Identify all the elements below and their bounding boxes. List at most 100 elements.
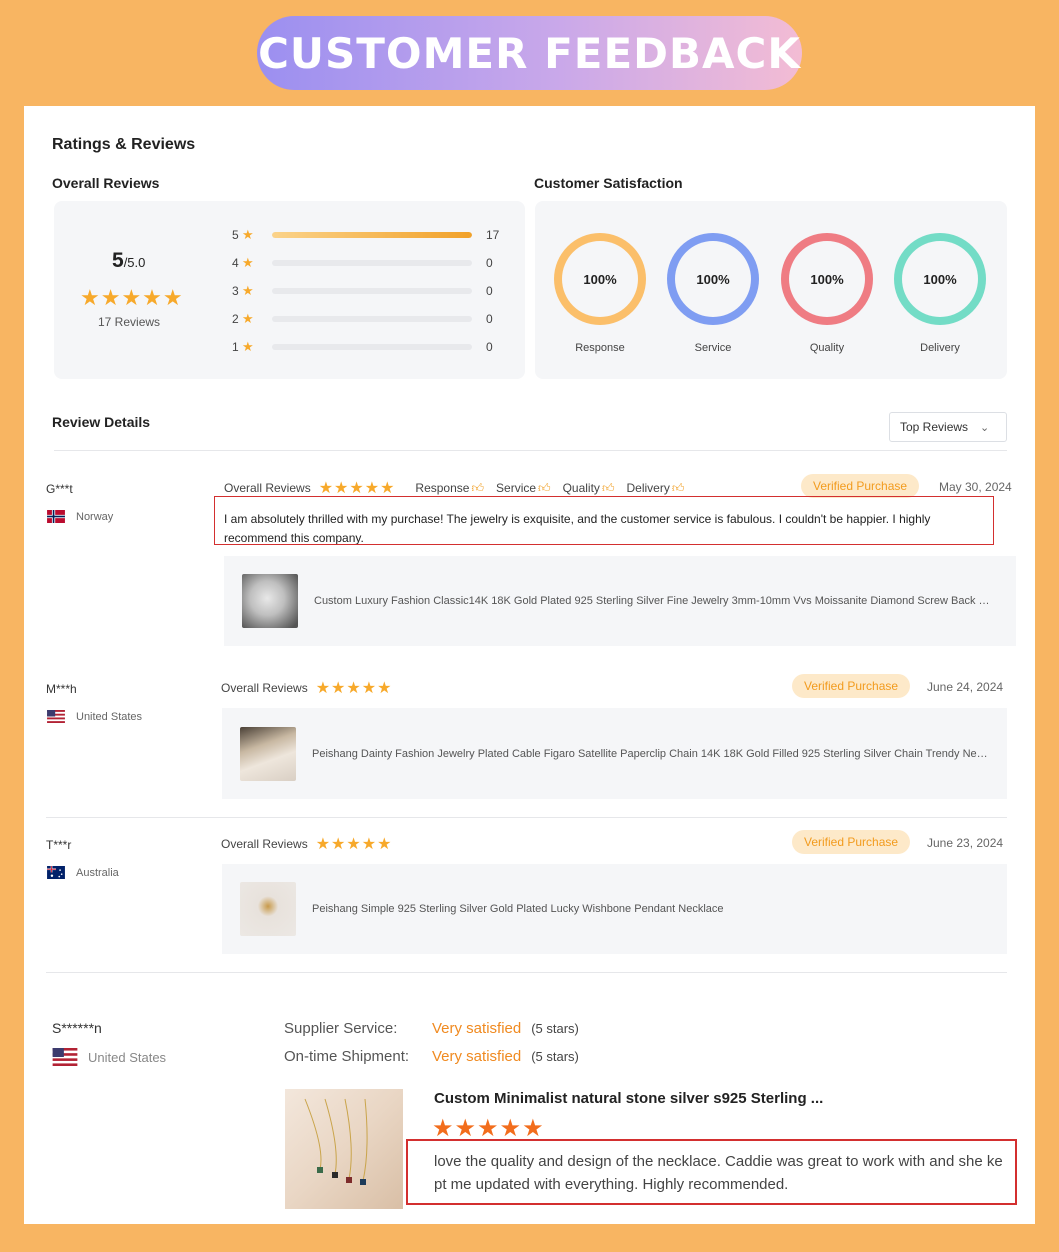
rating-bar [272,260,472,266]
divider [46,817,1007,818]
product-title[interactable]: Custom Minimalist natural stone silver s… [434,1090,823,1107]
supplier-service-row: Supplier Service: Very satisfied (5 star… [284,1020,579,1037]
rating-count: 0 [486,340,493,354]
overall-reviews-label: Overall Reviews [221,837,308,851]
reviewer-name: M***h [46,682,77,696]
product-title[interactable]: Peishang Dainty Fashion Jewelry Plated C… [312,748,989,760]
tag-quality: Quality [562,481,600,495]
product-image [240,882,296,936]
review-meta: Overall Reviews ★★★★★ Response 👍︎ Service… [224,478,696,498]
verified-purchase-badge: Verified Purchase [792,830,911,854]
verified-purchase-badge: Verified Purchase [792,674,911,698]
thumbs-up-icon: 👍︎ [471,480,485,495]
rating-row-3: 3 ★ 0 [232,283,493,298]
necklace-illustration [304,1098,368,1185]
star-icon: ★ [242,255,254,270]
review-date: June 23, 2024 [927,836,1004,850]
quality-gauge: 100% [781,233,873,325]
review-date: May 30, 2024 [939,480,1012,494]
us-flag-icon [47,710,65,723]
product-image[interactable] [285,1089,403,1209]
verified-purchase-badge: Verified Purchase [801,474,920,498]
overall-reviews-panel: 5/5.0 ★★★★★ 17 Reviews 5 ★ 17 4 ★ 0 3 ★ … [54,201,525,379]
overall-reviews-label: Overall Reviews [221,681,308,695]
product-card[interactable]: Peishang Simple 925 Sterling Silver Gold… [222,864,1007,954]
product-title[interactable]: Custom Luxury Fashion Classic14K 18K Gol… [314,595,996,607]
delivery-gauge: 100% [894,233,986,325]
rating-row-1: 1 ★ 0 [232,339,493,354]
star-icon: ★ [242,311,254,326]
rating-bar [272,344,472,350]
gauge-value: 100% [789,241,865,317]
response-gauge: 100% [554,233,646,325]
reviews-count: 17 Reviews [98,315,161,329]
rating-count: 0 [486,312,493,326]
star-icon: ★ [242,227,254,242]
reviewer-country: United States [52,1048,166,1066]
thumbs-up-icon: 👍︎ [671,480,685,495]
overall-reviews-heading: Overall Reviews [52,175,160,191]
shipment-row: On-time Shipment: Very satisfied (5 star… [284,1048,579,1065]
page-title: Ratings & Reviews [52,136,196,153]
norway-flag-icon [47,510,65,523]
gauge-value: 100% [675,241,751,317]
reviewer-name: T***r [46,838,72,852]
customer-satisfaction-panel: 100% Response 100% Service 100% Quality … [535,201,1007,379]
service-gauge: 100% [667,233,759,325]
product-card[interactable]: Custom Luxury Fashion Classic14K 18K Gol… [224,556,1016,646]
product-image [240,726,296,781]
reviewer-country: Australia [46,866,119,879]
review-stars: ★★★★★ [315,680,393,697]
reviews-card: Ratings & Reviews Overall Reviews Custom… [24,106,1035,1224]
chevron-down-icon: ⌄ [980,421,990,434]
tag-service: Service [496,481,537,495]
rating-bar [272,288,472,294]
gauge-label: Response [575,342,625,354]
customer-satisfaction-heading: Customer Satisfaction [534,175,683,191]
review-details-heading: Review Details [52,414,151,430]
gauge-value: 100% [562,241,638,317]
tag-delivery: Delivery [626,481,670,495]
sort-dropdown[interactable]: Top Reviews ⌄ [889,412,1007,442]
banner-title: CUSTOMER FEEDBACK [258,28,801,78]
product-title[interactable]: Peishang Simple 925 Sterling Silver Gold… [312,903,724,915]
review-stars: ★★★★★ [315,836,393,853]
tag-response: Response [415,481,470,495]
reviewer-name: S******n [52,1020,102,1036]
review-date: June 24, 2024 [927,680,1004,694]
reviewer-country: Norway [46,510,113,523]
rating-count: 0 [486,284,493,298]
us-flag-icon [52,1048,78,1066]
gauge-label: Service [694,342,732,354]
product-image [242,574,298,628]
overall-stars: ★★★★★ [80,285,184,310]
sort-label: Top Reviews [900,420,969,434]
feedback-banner: CUSTOMER FEEDBACK [257,16,802,90]
product-card[interactable]: Peishang Dainty Fashion Jewelry Plated C… [222,708,1007,799]
rating-row-2: 2 ★ 0 [232,311,493,326]
highlight-box [214,496,994,545]
gauge-label: Quality [809,342,845,354]
review-stars: ★★★★★ [318,480,396,497]
star-icon: ★ [242,339,254,354]
divider [54,450,1007,451]
thumbs-up-icon: 👍︎ [538,480,551,495]
reviewer-name: G***t [46,482,73,496]
review-meta: Overall Reviews ★★★★★ [221,678,412,698]
thumbs-up-icon: 👍︎ [601,480,615,495]
highlight-box [406,1139,1017,1205]
rating-count: 0 [486,256,493,270]
rating-row-4: 4 ★ 0 [232,255,493,270]
divider [46,972,1007,973]
rating-bar [272,316,472,322]
gauge-value: 100% [902,241,978,317]
rating-count: 17 [486,228,500,242]
overall-reviews-label: Overall Reviews [224,481,311,495]
australia-flag-icon [47,866,65,879]
rating-bar [272,232,472,238]
gauge-label: Delivery [920,342,960,354]
star-icon: ★ [242,283,254,298]
rating-row-5: 5 ★ 17 [232,227,500,242]
review-meta: Overall Reviews ★★★★★ [221,834,412,854]
overall-score: 5/5.0 [112,249,146,272]
